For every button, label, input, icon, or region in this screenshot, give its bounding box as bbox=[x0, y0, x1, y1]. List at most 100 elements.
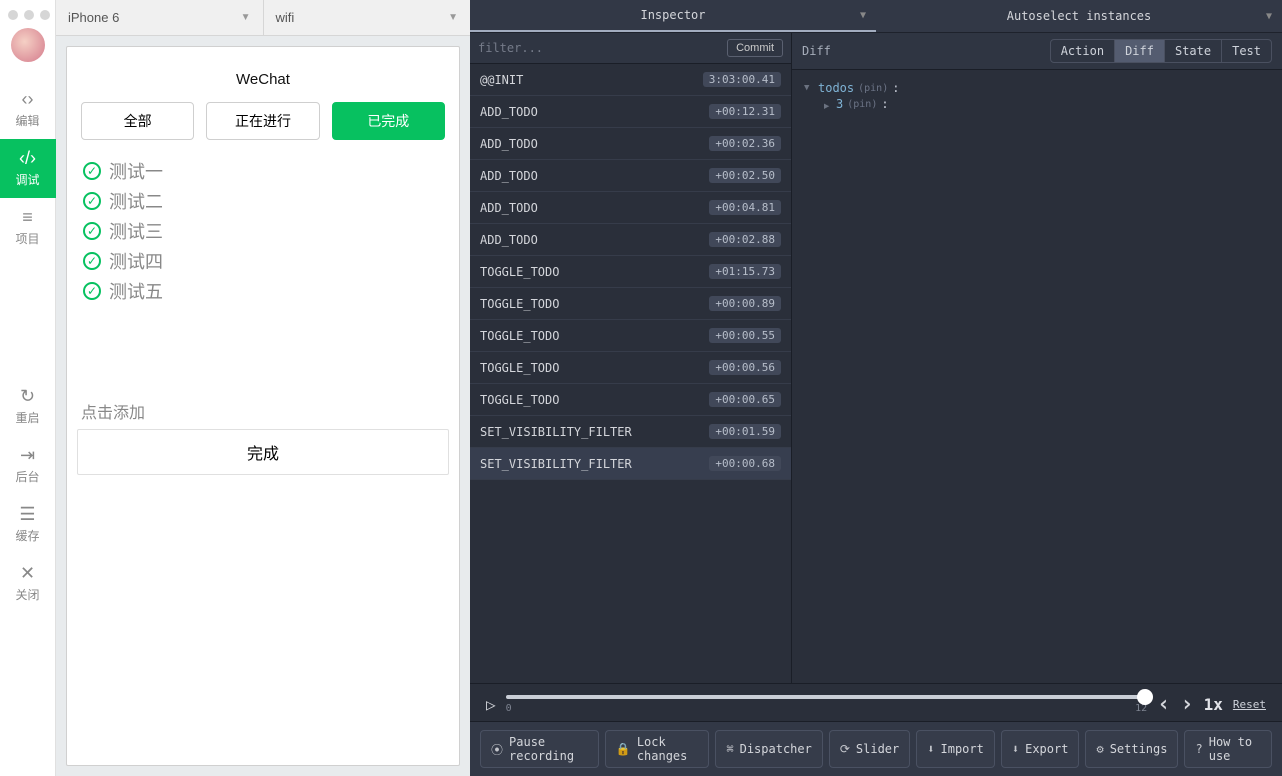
action-name: ADD_TODO bbox=[480, 201, 538, 215]
sidebar-item-cache[interactable]: ☰ 缓存 bbox=[0, 495, 56, 554]
action-list[interactable]: @@INIT3:03:00.41ADD_TODO+00:12.31ADD_TOD… bbox=[470, 64, 791, 683]
action-time: +00:00.68 bbox=[709, 456, 781, 471]
slider-min: 0 bbox=[506, 703, 512, 714]
timeline-slider[interactable]: 0 12 bbox=[506, 695, 1147, 714]
todo-item[interactable]: ✓测试五 bbox=[83, 276, 443, 306]
network-select[interactable]: wifi ▼ bbox=[264, 0, 471, 35]
view-segments: Action Diff State Test bbox=[1050, 39, 1272, 63]
action-row[interactable]: ADD_TODO+00:02.88 bbox=[470, 224, 791, 256]
action-row[interactable]: TOGGLE_TODO+00:00.65 bbox=[470, 384, 791, 416]
triangle-right-icon: ▼ bbox=[822, 99, 832, 109]
action-name: TOGGLE_TODO bbox=[480, 393, 559, 407]
sidebar-item-debug[interactable]: ‹/› 调试 bbox=[0, 139, 56, 198]
tab-label: Autoselect instances bbox=[876, 9, 1282, 23]
prev-icon[interactable]: ‹ bbox=[1157, 692, 1170, 717]
toolbar-button[interactable]: 🔒Lock changes bbox=[605, 730, 710, 768]
filter-tab-all[interactable]: 全部 bbox=[81, 102, 194, 140]
action-row[interactable]: ADD_TODO+00:04.81 bbox=[470, 192, 791, 224]
action-row[interactable]: SET_VISIBILITY_FILTER+00:01.59 bbox=[470, 416, 791, 448]
menu-icon: ≡ bbox=[22, 208, 33, 226]
window-controls[interactable] bbox=[8, 6, 50, 28]
filter-tab-doing[interactable]: 正在进行 bbox=[206, 102, 319, 140]
action-row[interactable]: TOGGLE_TODO+01:15.73 bbox=[470, 256, 791, 288]
tool-label: Lock changes bbox=[637, 735, 699, 763]
tool-label: How to use bbox=[1209, 735, 1261, 763]
action-row[interactable]: ADD_TODO+00:02.36 bbox=[470, 128, 791, 160]
sidebar-item-restart[interactable]: ↻ 重启 bbox=[0, 377, 56, 436]
submit-button[interactable]: 完成 bbox=[77, 429, 449, 475]
filter-input[interactable] bbox=[478, 41, 719, 55]
tab-inspector[interactable]: Inspector ▼ bbox=[470, 0, 876, 32]
tree-node[interactable]: ▼ todos (pin): bbox=[804, 80, 1270, 96]
tool-label: Slider bbox=[856, 742, 899, 756]
device-topbar: iPhone 6 ▼ wifi ▼ bbox=[56, 0, 470, 36]
action-row[interactable]: SET_VISIBILITY_FILTER+00:00.68 bbox=[470, 448, 791, 480]
sidebar-item-background[interactable]: ⇥ 后台 bbox=[0, 436, 56, 495]
redux-devtools: Inspector ▼ Autoselect instances ▼ Commi… bbox=[470, 0, 1282, 776]
action-row[interactable]: TOGGLE_TODO+00:00.56 bbox=[470, 352, 791, 384]
playback-speed[interactable]: 1x bbox=[1204, 695, 1223, 714]
action-name: TOGGLE_TODO bbox=[480, 297, 559, 311]
state-header: Diff Action Diff State Test bbox=[792, 33, 1282, 70]
filter-tab-done[interactable]: 已完成 bbox=[332, 102, 445, 140]
stack-icon: ☰ bbox=[19, 505, 35, 523]
tab-autoselect[interactable]: Autoselect instances ▼ bbox=[876, 0, 1282, 32]
toolbar-button[interactable]: ⚙ Settings bbox=[1085, 730, 1178, 768]
action-time: +00:12.31 bbox=[709, 104, 781, 119]
state-tree: ▼ todos (pin): ▼ 3 (pin): bbox=[792, 70, 1282, 122]
sidebar-label: 重启 bbox=[15, 409, 39, 426]
toolbar-button[interactable]: ⌘Dispatcher bbox=[715, 730, 822, 768]
slider-thumb[interactable] bbox=[1137, 689, 1153, 705]
action-name: ADD_TODO bbox=[480, 105, 538, 119]
commit-button[interactable]: Commit bbox=[727, 39, 783, 57]
action-time: +00:00.55 bbox=[709, 328, 781, 343]
device-select[interactable]: iPhone 6 ▼ bbox=[56, 0, 264, 35]
device-pane: iPhone 6 ▼ wifi ▼ WeChat 全部 正在进行 已完成 ✓测试… bbox=[56, 0, 470, 776]
action-row[interactable]: ADD_TODO +00:12.31 bbox=[470, 96, 791, 128]
tool-label: Export bbox=[1025, 742, 1068, 756]
todo-text: 测试三 bbox=[109, 218, 163, 244]
state-title: Diff bbox=[802, 44, 831, 58]
add-placeholder[interactable]: 点击添加 bbox=[77, 399, 449, 429]
triangle-down-icon: ▼ bbox=[804, 83, 814, 93]
tool-label: Settings bbox=[1110, 742, 1168, 756]
sidebar-item-close[interactable]: ✕ 关闭 bbox=[0, 554, 56, 613]
todo-item[interactable]: ✓测试一 bbox=[83, 156, 443, 186]
seg-state[interactable]: State bbox=[1164, 40, 1221, 62]
devtools-toolbar: ⦿Pause recording🔒Lock changes⌘Dispatcher… bbox=[470, 721, 1282, 776]
action-row[interactable]: TOGGLE_TODO+00:00.89 bbox=[470, 288, 791, 320]
tree-key: 3 bbox=[836, 97, 843, 111]
tool-icon: ? bbox=[1195, 742, 1202, 756]
sidebar-label: 关闭 bbox=[15, 586, 39, 603]
action-row[interactable]: TOGGLE_TODO+00:00.55 bbox=[470, 320, 791, 352]
avatar[interactable] bbox=[11, 28, 45, 62]
action-row[interactable]: ADD_TODO+00:02.50 bbox=[470, 160, 791, 192]
tool-icon: ⚙ bbox=[1096, 742, 1103, 756]
restart-icon: ↻ bbox=[20, 387, 35, 405]
state-pane: Diff Action Diff State Test ▼ todos (pin… bbox=[792, 33, 1282, 683]
sidebar-item-project[interactable]: ≡ 项目 bbox=[0, 198, 56, 257]
phone-frame: WeChat 全部 正在进行 已完成 ✓测试一 ✓测试二 ✓测试三 ✓测试四 ✓… bbox=[66, 46, 460, 766]
seg-action[interactable]: Action bbox=[1051, 40, 1114, 62]
toolbar-button[interactable]: ⬇ Export bbox=[1001, 730, 1080, 768]
todo-item[interactable]: ✓测试三 bbox=[83, 216, 443, 246]
toolbar-button[interactable]: ? How to use bbox=[1184, 730, 1272, 768]
tool-icon: ⬇ bbox=[1012, 742, 1019, 756]
toolbar-button[interactable]: ⟳Slider bbox=[829, 730, 910, 768]
play-icon[interactable]: ▷ bbox=[486, 695, 496, 714]
todo-item[interactable]: ✓测试四 bbox=[83, 246, 443, 276]
toolbar-button[interactable]: ⦿Pause recording bbox=[480, 730, 599, 768]
reset-link[interactable]: Reset bbox=[1233, 698, 1266, 711]
seg-test[interactable]: Test bbox=[1221, 40, 1271, 62]
toolbar-button[interactable]: ⬇Import bbox=[916, 730, 995, 768]
sidebar-label: 调试 bbox=[15, 171, 39, 188]
sidebar-item-edit[interactable]: ‹› 编辑 bbox=[0, 80, 56, 139]
todo-item[interactable]: ✓测试二 bbox=[83, 186, 443, 216]
tree-node[interactable]: ▼ 3 (pin): bbox=[804, 96, 1270, 112]
action-name: ADD_TODO bbox=[480, 169, 538, 183]
action-row[interactable]: @@INIT3:03:00.41 bbox=[470, 64, 791, 96]
close-icon: ✕ bbox=[20, 564, 35, 582]
next-icon[interactable]: › bbox=[1180, 692, 1193, 717]
seg-diff[interactable]: Diff bbox=[1114, 40, 1164, 62]
actions-pane: Commit @@INIT3:03:00.41 ADD_TODO +00:12.31… bbox=[470, 33, 792, 683]
